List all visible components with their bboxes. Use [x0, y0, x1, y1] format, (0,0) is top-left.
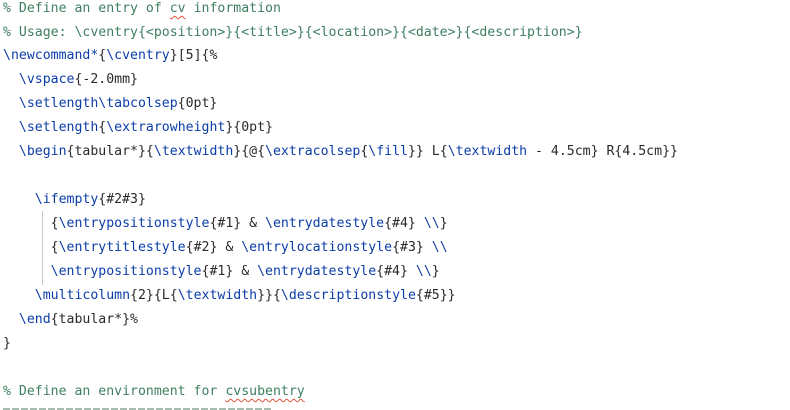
- code-line-13: \multicolumn{2}{L{\textwidth}}{\descript…: [3, 288, 456, 303]
- code-editor[interactable]: % Define an entry of cv information % Us…: [0, 0, 790, 410]
- clipped-code-line: [3, 402, 273, 410]
- spell-error: cv: [169, 1, 186, 16]
- code-line-4: \vspace{-2.0mm}: [3, 72, 138, 87]
- indent-guide: [42, 211, 43, 285]
- code-line-11: {\entrytitlestyle{#2} & \entrylocationst…: [3, 240, 448, 255]
- code-line-12: \entrypositionstyle{#1} & \entrydatestyl…: [50, 264, 440, 279]
- code-line-2: % Usage: \cventry{<position>}{<title>}{<…: [3, 25, 583, 40]
- code-line-10: {\entrypositionstyle{#1} & \entrydatesty…: [3, 216, 448, 231]
- code-line-15: }: [3, 336, 11, 351]
- spell-error: cvsubentry: [225, 384, 305, 399]
- code-line-14: \end{tabular*}%: [3, 312, 138, 327]
- code-line-1: % Define an entry of cv information: [3, 1, 281, 16]
- code-line-7: \begin{tabular*}{\textwidth}{@{\extracol…: [3, 144, 678, 159]
- code-line-6: \setlength{\extrarowheight}{0pt}: [3, 120, 273, 135]
- code-line-3: \newcommand*{\cventry}[5]{%: [3, 48, 218, 63]
- code-line-17: % Define an environment for cvsubentry: [3, 384, 305, 399]
- code-line-9: \ifempty{#2#3}: [3, 192, 146, 207]
- code-line-5: \setlength\tabcolsep{0pt}: [3, 96, 218, 111]
